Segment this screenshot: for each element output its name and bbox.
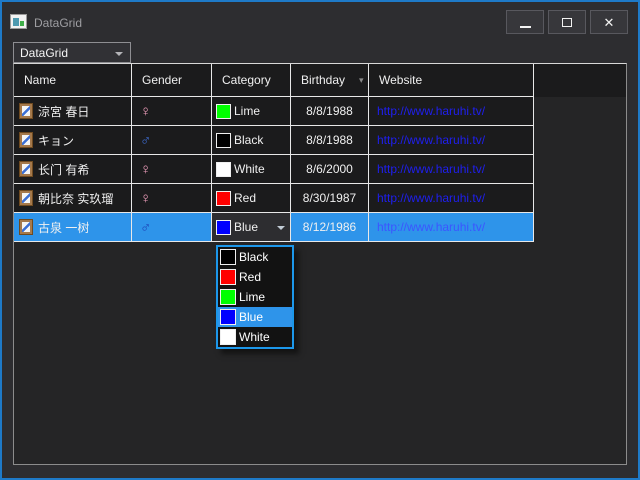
- female-icon: ♀: [140, 102, 152, 120]
- dropdown-option-highlighted[interactable]: Blue: [218, 307, 292, 327]
- column-header-gender[interactable]: Gender: [132, 64, 212, 97]
- color-swatch: [216, 219, 231, 235]
- category-cell[interactable]: White: [212, 155, 291, 184]
- color-swatch: [216, 161, 231, 177]
- table-row[interactable]: 朝比奈 实玖瑠 ♀ Red 8/30/1987 http://www.haruh…: [14, 184, 534, 213]
- birthday-cell[interactable]: 8/12/1986: [291, 213, 369, 242]
- color-swatch: [216, 103, 231, 119]
- column-header-birthday[interactable]: Birthday ▾: [291, 64, 369, 97]
- column-header-category[interactable]: Category: [212, 64, 291, 97]
- name-cell[interactable]: 长门 有希: [14, 155, 132, 184]
- website-link[interactable]: http://www.haruhi.tv/: [377, 191, 485, 205]
- column-header-filler: [534, 64, 626, 97]
- birthday-cell[interactable]: 8/30/1987: [291, 184, 369, 213]
- document-edit-icon: [19, 161, 33, 177]
- website-cell[interactable]: http://www.haruhi.tv/: [369, 213, 534, 242]
- gender-cell[interactable]: ♀: [132, 184, 212, 213]
- name-cell[interactable]: 古泉 一树: [14, 213, 132, 242]
- app-window: DataGrid ✕ DataGrid Name Gender Category…: [0, 0, 640, 480]
- website-link[interactable]: http://www.haruhi.tv/: [377, 104, 485, 118]
- gender-cell[interactable]: ♂: [132, 213, 212, 242]
- column-header-website[interactable]: Website: [369, 64, 534, 97]
- category-cell[interactable]: Black: [212, 126, 291, 155]
- color-swatch: [216, 132, 231, 148]
- female-icon: ♀: [140, 160, 152, 178]
- gender-cell[interactable]: ♀: [132, 155, 212, 184]
- datagrid-header: Name Gender Category Birthday ▾ Website: [14, 64, 626, 97]
- website-link[interactable]: http://www.haruhi.tv/: [377, 220, 485, 234]
- website-cell[interactable]: http://www.haruhi.tv/: [369, 184, 534, 213]
- page-selector-combobox[interactable]: DataGrid: [13, 42, 131, 63]
- birthday-cell[interactable]: 8/6/2000: [291, 155, 369, 184]
- color-swatch: [220, 249, 236, 265]
- dropdown-option[interactable]: Black: [218, 247, 292, 267]
- color-swatch: [220, 329, 236, 345]
- dropdown-option[interactable]: Red: [218, 267, 292, 287]
- close-button[interactable]: ✕: [590, 10, 628, 34]
- table-row-selected[interactable]: 古泉 一树 ♂ Blue 8/12/1986 http://www.haruhi…: [14, 213, 534, 242]
- app-icon-pane: [20, 21, 24, 26]
- website-cell[interactable]: http://www.haruhi.tv/: [369, 155, 534, 184]
- category-dropdown-popup: Black Red Lime Blue White: [216, 245, 294, 349]
- name-cell[interactable]: 朝比奈 实玖瑠: [14, 184, 132, 213]
- table-row[interactable]: 涼宮 春日 ♀ Lime 8/8/1988 http://www.haruhi.…: [14, 97, 534, 126]
- color-swatch: [220, 269, 236, 285]
- maximize-icon: [562, 17, 572, 27]
- table-row[interactable]: 长门 有希 ♀ White 8/6/2000 http://www.haruhi…: [14, 155, 534, 184]
- website-cell[interactable]: http://www.haruhi.tv/: [369, 97, 534, 126]
- app-icon-pane: [13, 18, 19, 26]
- color-swatch: [220, 289, 236, 305]
- document-edit-icon: [19, 219, 33, 235]
- minimize-button[interactable]: [506, 10, 544, 34]
- gender-cell[interactable]: ♂: [132, 126, 212, 155]
- document-edit-icon: [19, 103, 33, 119]
- gender-cell[interactable]: ♀: [132, 97, 212, 126]
- name-cell[interactable]: キョン: [14, 126, 132, 155]
- window-title: DataGrid: [34, 16, 83, 30]
- male-icon: ♂: [140, 131, 152, 149]
- sort-descending-icon: ▾: [359, 74, 364, 85]
- category-cell[interactable]: Lime: [212, 97, 291, 126]
- color-swatch: [216, 190, 231, 206]
- category-cell[interactable]: Red: [212, 184, 291, 213]
- page-selector-value: DataGrid: [20, 45, 69, 60]
- app-icon: [10, 14, 27, 29]
- male-icon: ♂: [140, 218, 152, 236]
- document-edit-icon: [19, 190, 33, 206]
- window-controls: ✕: [506, 10, 628, 34]
- birthday-cell[interactable]: 8/8/1988: [291, 126, 369, 155]
- table-row[interactable]: キョン ♂ Black 8/8/1988 http://www.haruhi.t…: [14, 126, 534, 155]
- birthday-cell[interactable]: 8/8/1988: [291, 97, 369, 126]
- website-link[interactable]: http://www.haruhi.tv/: [377, 162, 485, 176]
- minimize-icon: [519, 26, 531, 28]
- close-icon: ✕: [603, 14, 615, 30]
- maximize-button[interactable]: [548, 10, 586, 34]
- chevron-down-icon: [115, 52, 123, 56]
- name-cell[interactable]: 涼宮 春日: [14, 97, 132, 126]
- color-swatch: [220, 309, 236, 325]
- column-header-name[interactable]: Name: [14, 64, 132, 97]
- chevron-down-icon[interactable]: [277, 226, 285, 230]
- website-cell[interactable]: http://www.haruhi.tv/: [369, 126, 534, 155]
- document-edit-icon: [19, 132, 33, 148]
- datagrid: Name Gender Category Birthday ▾ Website …: [13, 63, 627, 465]
- website-link[interactable]: http://www.haruhi.tv/: [377, 133, 485, 147]
- dropdown-option[interactable]: Lime: [218, 287, 292, 307]
- category-cell-combobox[interactable]: Blue: [212, 213, 291, 242]
- dropdown-option[interactable]: White: [218, 327, 292, 347]
- female-icon: ♀: [140, 189, 152, 207]
